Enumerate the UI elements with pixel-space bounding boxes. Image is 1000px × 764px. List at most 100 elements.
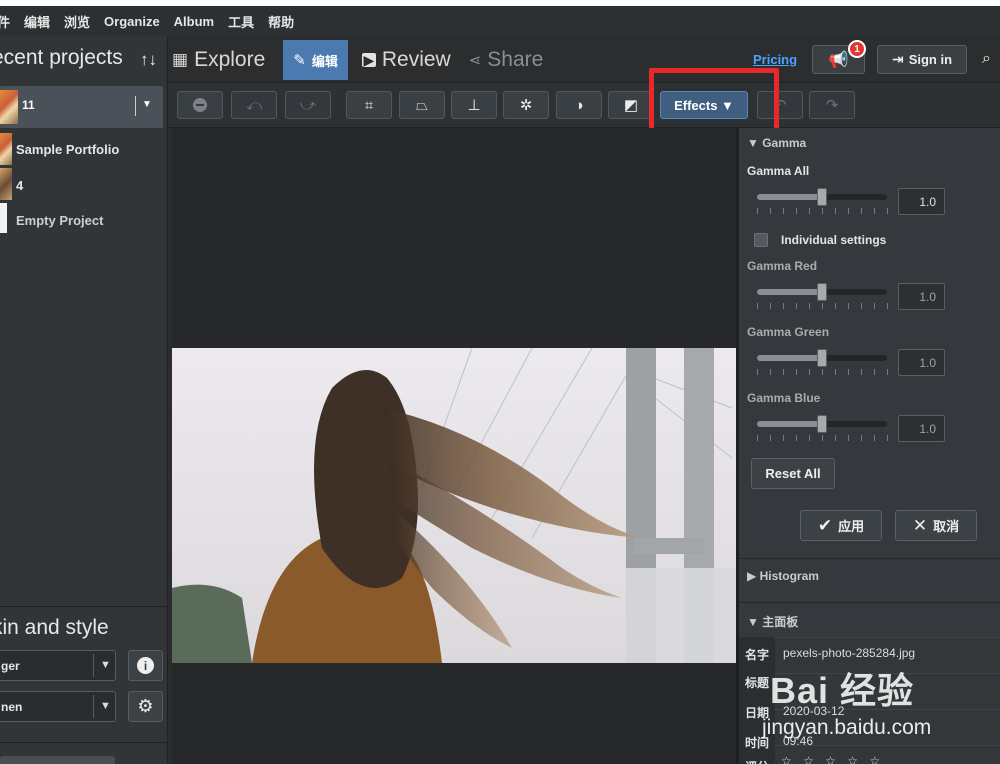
rotate-left-button[interactable]: ⤺ [231,91,277,119]
project-item-4[interactable]: 4 [16,178,23,193]
gamma-green-slider[interactable] [757,349,887,367]
tick-mark [796,369,797,375]
tick-mark [796,208,797,214]
gear-icon: ⚙ [137,696,154,716]
gear-icon: ✲ [519,97,533,114]
adjust-button[interactable]: ✲ [503,91,549,119]
right-panel: ▼ Gamma Gamma All 1.0 Individual setting… [739,128,1000,764]
remove-button[interactable] [177,91,223,119]
individual-settings-label: Individual settings [781,233,887,247]
gamma-red-slider[interactable] [757,283,887,301]
gamma-blue-label: Gamma Blue [747,391,821,405]
slider-knob[interactable] [817,188,827,206]
tick-mark [887,303,888,309]
exposure-button[interactable]: ◩ [608,91,654,119]
tab-explore[interactable]: ▦ Explore [172,48,265,72]
tab-share-label: Share [487,48,544,71]
gamma-all-value[interactable]: 1.0 [898,188,945,215]
minus-circle-icon [193,98,207,112]
info-date-label: 日期 [745,706,770,720]
tick-mark [887,208,888,214]
project-thumbnail [0,90,18,124]
menu-item-file[interactable]: 件 [0,12,10,31]
info-button[interactable]: i [128,650,163,681]
tab-share[interactable]: ⋖ Share [469,48,544,72]
cancel-button[interactable]: ✕ 取消 [895,510,977,541]
left-panel-divider [0,606,168,607]
slider-knob[interactable] [817,349,827,367]
gamma-section-header[interactable]: ▼ Gamma [747,136,806,150]
main-panel-section-header[interactable]: ▼ 主面板 [747,613,798,630]
tick-mark [887,369,888,375]
tick-mark [835,435,836,441]
tick-mark [822,369,823,375]
project-item-sample-portfolio[interactable]: Sample Portfolio [16,142,119,157]
redo-icon: ↷ [825,97,839,114]
left-panel-bottom-button[interactable] [0,756,115,764]
play-icon: ▶ [361,51,376,68]
cancel-label: 取消 [933,519,960,534]
skin-select[interactable]: ger ▼ [0,650,116,681]
menu-item-tools[interactable]: 工具 [228,12,254,31]
sign-in-label: Sign in [908,52,953,67]
crop-button[interactable]: ⌗ [346,91,392,119]
tick-mark [783,208,784,214]
tick-mark [796,303,797,309]
gamma-blue-value[interactable]: 1.0 [898,415,945,442]
slider-knob[interactable] [817,415,827,433]
slider-knob[interactable] [817,283,827,301]
tick-mark [822,208,823,214]
perspective-button[interactable]: ⏢ [399,91,445,119]
tick-mark [848,435,849,441]
tick-mark [770,435,771,441]
project-item-empty[interactable]: Empty Project [16,213,103,228]
tick-mark [874,303,875,309]
gamma-blue-slider[interactable] [757,415,887,433]
menu-item-organize[interactable]: Organize [104,14,160,29]
menu-item-album[interactable]: Album [174,14,214,29]
tab-edit[interactable]: ✎ 编辑 [283,40,348,80]
rotate-right-button[interactable]: ⤻ [285,91,331,119]
photo-preview[interactable] [172,348,736,663]
project-4-thumbnail [0,168,12,200]
app-window: 件 编辑 浏览 Organize Album 工具 帮助 ecent proje… [0,0,1000,764]
gamma-all-slider[interactable] [757,188,887,206]
gamma-green-value[interactable]: 1.0 [898,349,945,376]
tick-mark [757,369,758,375]
tick-mark [770,208,771,214]
skin-style-title: kin and style [0,616,109,639]
select-separator [93,695,94,718]
menu-item-browse[interactable]: 浏览 [64,12,90,31]
search-icon[interactable]: ⌕ [982,50,991,68]
menu-item-edit[interactable]: 编辑 [24,12,50,31]
chevron-down-icon: ▼ [100,659,111,671]
slider-ticks [757,369,888,375]
gamma-red-value[interactable]: 1.0 [898,283,945,310]
megaphone-icon: 📢 [828,51,849,69]
sort-icon[interactable]: ↑↓ [140,50,157,70]
sign-in-button[interactable]: ⇥ Sign in [877,45,967,74]
tab-review[interactable]: ▶ Review [361,48,451,72]
gamma-red-label: Gamma Red [747,259,818,273]
selector-separator [135,96,136,116]
pricing-link[interactable]: Pricing [753,52,797,67]
contrast-button[interactable]: ◑ [556,91,602,119]
menu-item-help[interactable]: 帮助 [268,12,294,31]
redo-button[interactable]: ↷ [809,91,855,119]
menu-bar: 件 编辑 浏览 Organize Album 工具 帮助 [0,6,1000,36]
histogram-section-header[interactable]: ▶ Histogram [747,569,819,583]
rating-stars[interactable]: ☆ ☆ ☆ ☆ ☆ [781,754,884,764]
tick-mark [757,303,758,309]
chevron-down-icon[interactable]: ▼ [142,99,152,110]
tick-mark [861,303,862,309]
language-select-value: nen [1,700,23,714]
tick-mark [861,435,862,441]
reset-all-button[interactable]: Reset All [751,458,835,489]
individual-settings-checkbox[interactable] [754,233,768,247]
gamma-all-label: Gamma All [747,164,810,178]
language-select[interactable]: nen ▼ [0,691,116,722]
settings-button[interactable]: ⚙ [128,691,163,722]
apply-button[interactable]: ✔ 应用 [800,510,882,541]
info-time-label: 时间 [745,736,770,750]
straighten-button[interactable]: ⊥ [451,91,497,119]
